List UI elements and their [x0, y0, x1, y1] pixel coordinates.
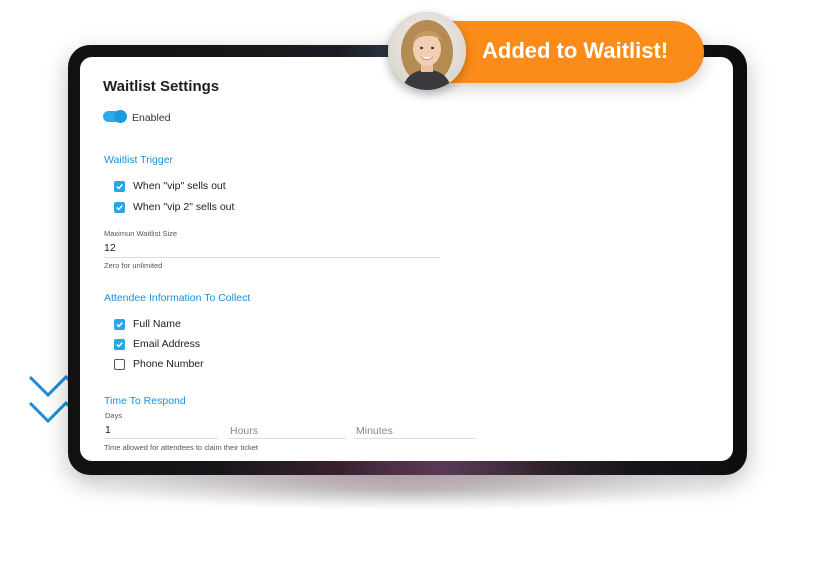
trigger-vip2-label: When "vip 2" sells out [133, 201, 235, 213]
email-address-checkbox[interactable] [114, 338, 125, 350]
trigger-vip2-row[interactable]: When "vip 2" sells out [114, 201, 234, 213]
section-title-waitlist-trigger: Waitlist Trigger [104, 154, 174, 166]
max-size-label: Maximun Waitlist Size [104, 229, 178, 238]
phone-number-label: Phone Number [133, 358, 204, 370]
full-name-checkbox[interactable] [114, 318, 125, 330]
avatar-image [388, 12, 466, 90]
max-size-help: Zero for unlimited [104, 261, 163, 270]
check-icon [116, 341, 123, 348]
section-title-attendee-info: Attendee Information To Collect [104, 292, 251, 304]
frame-tint [218, 459, 638, 475]
trigger-vip-row[interactable]: When "vip" sells out [114, 180, 226, 192]
enabled-toggle-label: Enabled [132, 112, 171, 124]
avatar [388, 12, 466, 90]
section-title-time-to-respond: Time To Respond [104, 395, 186, 407]
check-icon [116, 204, 123, 211]
full-name-label: Full Name [133, 318, 181, 330]
trigger-vip-label: When "vip" sells out [133, 180, 226, 192]
trigger-vip2-checkbox[interactable] [114, 201, 125, 213]
badge-text: Added to Waitlist! [482, 38, 669, 63]
days-input[interactable]: 1 [105, 424, 111, 436]
hours-underline [228, 438, 346, 439]
hours-input[interactable]: Hours [230, 425, 258, 437]
attendee-full-name-row[interactable]: Full Name [114, 318, 181, 330]
days-underline [104, 438, 218, 439]
max-size-input[interactable]: 12 [104, 242, 116, 254]
phone-number-checkbox[interactable] [114, 358, 125, 370]
attendee-phone-row[interactable]: Phone Number [114, 358, 204, 370]
attendee-email-row[interactable]: Email Address [114, 338, 200, 350]
waitlist-settings-panel: Waitlist Settings Enabled Waitlist Trigg… [80, 57, 733, 461]
trigger-vip-checkbox[interactable] [114, 180, 125, 192]
enabled-toggle[interactable] [103, 110, 127, 123]
toggle-knob [114, 110, 127, 123]
days-label: Days [105, 411, 123, 420]
page-title: Waitlist Settings [103, 78, 220, 95]
email-address-label: Email Address [133, 338, 201, 350]
max-size-underline [104, 257, 440, 258]
check-icon [116, 321, 123, 328]
device-shadow [80, 470, 740, 510]
tablet-frame: Waitlist Settings Enabled Waitlist Trigg… [68, 45, 747, 475]
respond-help: Time allowed for attendees to claim thei… [104, 443, 258, 452]
check-icon [116, 183, 123, 190]
minutes-input[interactable]: Minutes [356, 425, 393, 437]
minutes-underline [354, 438, 476, 439]
